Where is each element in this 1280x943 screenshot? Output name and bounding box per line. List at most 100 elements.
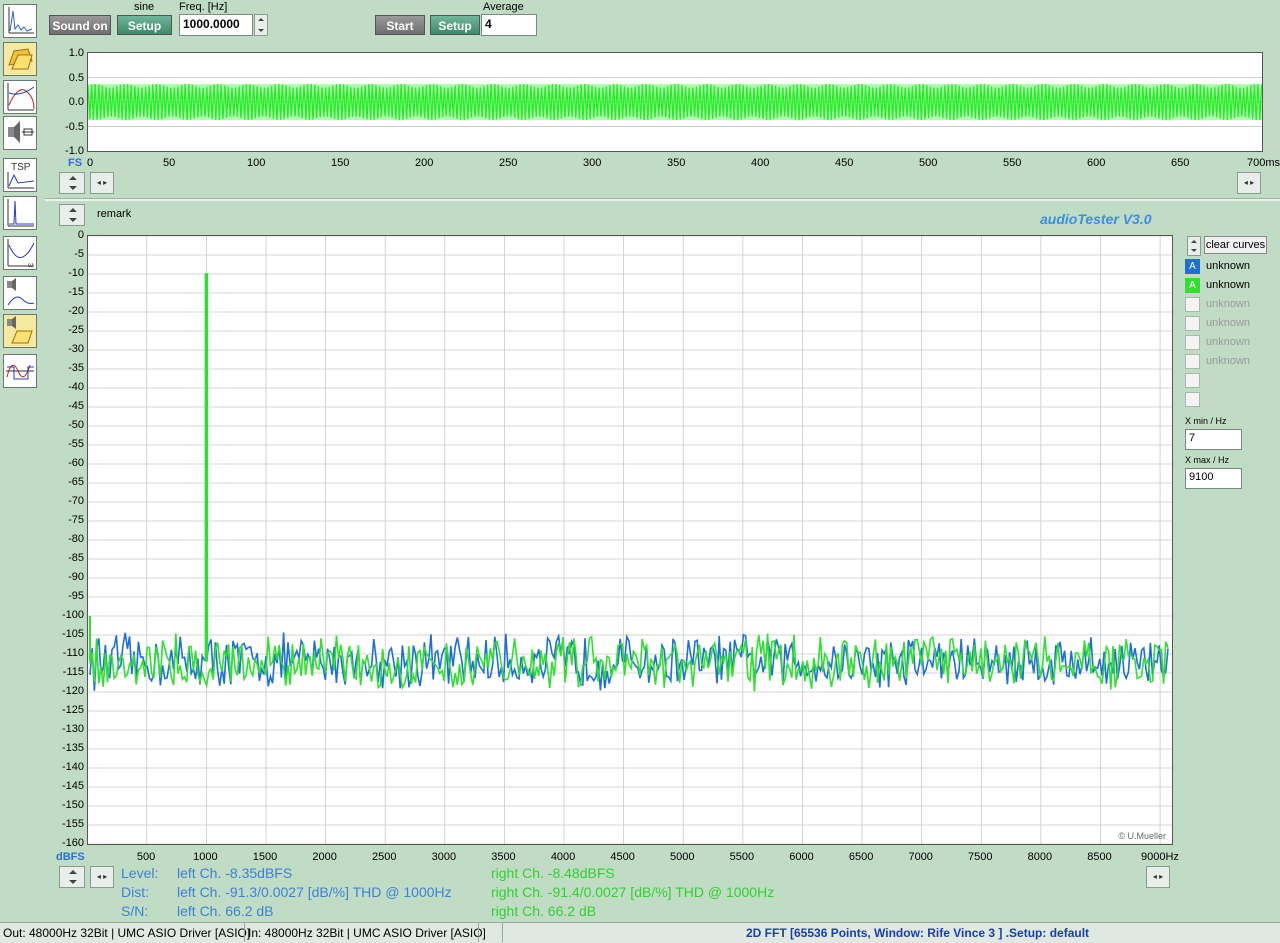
fft-y-tick-label: -10 (68, 267, 84, 279)
level-label: Level: (121, 865, 159, 881)
scope-scroll-control[interactable]: ◂ ▸ (90, 172, 114, 194)
fft-x-tick-label: 1000 (193, 851, 218, 863)
curve-visibility-checkbox[interactable] (1185, 335, 1200, 350)
fft-mode-button[interactable] (3, 4, 37, 38)
scope-x-tick-label: 400 (751, 157, 770, 169)
scope-x-tick-label: 300 (583, 157, 602, 169)
fft-scroll-control[interactable]: ◂ ▸ (90, 866, 114, 888)
fft-scroll-right-control[interactable]: ◂ ▸ (1146, 866, 1170, 888)
fft-y-tick-label: -45 (68, 400, 84, 412)
frequency-stepper[interactable] (254, 14, 268, 36)
spectrum-icon (8, 7, 34, 34)
status-bar: Out: 48000Hz 32Bit | UMC ASIO Driver [AS… (0, 922, 1280, 943)
fft-y-tick-label: -85 (68, 552, 84, 564)
copyright-label: © U.Mueller (1118, 831, 1166, 841)
curve-label: unknown (1206, 298, 1251, 310)
fft-y-tick-label: -135 (61, 742, 84, 754)
clear-curves-button[interactable]: clear curves (1204, 236, 1267, 254)
scope-x-tick-label: 600 (1087, 157, 1106, 169)
scope-x-tick-label: 250 (499, 157, 518, 169)
scope-plot[interactable] (87, 52, 1263, 152)
fft-y-tick-label: -60 (68, 457, 84, 469)
pane-divider[interactable] (45, 198, 1280, 201)
scope-y-tick-label: 0.5 (68, 71, 84, 84)
curve-visibility-checkbox[interactable]: A (1185, 259, 1200, 274)
fft-y-tick-label: -25 (68, 324, 84, 336)
speaker-folder-button[interactable] (3, 314, 37, 348)
speaker-curve-icon (7, 278, 35, 306)
legend-scroll-stepper[interactable] (1187, 236, 1201, 256)
fft-scale-stepper[interactable] (59, 204, 85, 226)
fft-y-tick-label: -145 (61, 780, 84, 792)
fft-zoom-stepper[interactable] (59, 866, 85, 888)
fft-y-tick-label: -155 (61, 818, 84, 830)
fft-x-tick-label: 7500 (968, 851, 993, 863)
fft-y-tick-label: -115 (62, 666, 84, 678)
impedance-mode-button[interactable]: ω (3, 236, 37, 270)
fft-y-tick-label: -15 (68, 286, 84, 298)
curve-visibility-checkbox[interactable] (1185, 373, 1200, 388)
speaker-response-button[interactable] (3, 276, 37, 310)
scope-amplitude-stepper[interactable] (59, 172, 85, 194)
fft-y-tick-label: -75 (68, 514, 84, 526)
fft-y-tick-label: -65 (68, 476, 84, 488)
xmax-input[interactable]: 9100 (1185, 468, 1242, 489)
xmin-input[interactable]: 7 (1185, 429, 1242, 450)
curve-visibility-checkbox[interactable] (1185, 297, 1200, 312)
app-brand: audioTester V3.0 (1040, 211, 1152, 227)
scope-x-tick-label: 450 (835, 157, 854, 169)
scope-x-tick-label: 100 (247, 157, 266, 169)
xmin-label: X min / Hz (1185, 416, 1227, 426)
fft-plot[interactable]: © U.Mueller (87, 235, 1173, 845)
impedance-icon: ω (7, 239, 35, 269)
frequency-input[interactable]: 1000.0000 (179, 14, 253, 36)
response-mode-button[interactable] (3, 80, 37, 114)
scope-y-tick-label: 1.0 (68, 47, 84, 59)
status-divider (502, 923, 503, 942)
curve-visibility-checkbox[interactable] (1185, 316, 1200, 331)
remark-label: remark (97, 208, 132, 220)
fft-y-tick-label: -105 (61, 628, 84, 640)
impulse-mode-button[interactable] (3, 196, 37, 230)
sound-on-button[interactable]: Sound on (49, 15, 111, 35)
scope-x-tick-label: 200 (415, 157, 434, 169)
average-input[interactable]: 4 (481, 14, 537, 36)
start-button[interactable]: Start (375, 15, 425, 35)
freq-label: Freq. [Hz] (179, 1, 228, 13)
fft-y-tick-label: -30 (68, 343, 84, 355)
impulse-icon (7, 199, 34, 227)
generator-setup-button[interactable]: Setup (117, 15, 172, 35)
open-file-button[interactable] (3, 42, 37, 76)
scope-y-tick-label: -0.5 (65, 120, 84, 133)
fft-unit-label: dBFS (56, 851, 85, 863)
curve-visibility-checkbox[interactable] (1185, 392, 1200, 407)
waveform-icon (6, 364, 34, 380)
fft-x-tick-label: 5000 (670, 851, 695, 863)
scope-mode-button[interactable] (3, 354, 37, 388)
fft-x-tick-label: 6500 (848, 851, 874, 863)
scope-x-tick-label: 350 (667, 157, 686, 169)
curve-visibility-checkbox[interactable] (1185, 354, 1200, 369)
scope-x-tick-label: 0 (87, 157, 94, 169)
generator-type-label: sine (134, 1, 155, 13)
scope-x-tick-label: 550 (1003, 157, 1022, 169)
svg-text:TSP: TSP (11, 162, 31, 173)
fft-x-tick-label: 3500 (491, 851, 516, 863)
fft-x-tick-label: 5500 (729, 851, 755, 863)
fft-x-tick-label: 4500 (610, 851, 635, 863)
right-level-value: right Ch. -8.48dBFS (491, 865, 615, 881)
curve-visibility-checkbox[interactable]: A (1185, 278, 1200, 293)
curve-label: unknown (1206, 336, 1251, 348)
fft-x-tick-label: 8000 (1027, 851, 1053, 863)
scope-scroll-right-control[interactable]: ◂ ▸ (1237, 172, 1261, 194)
speaker-mode-button[interactable] (3, 116, 37, 150)
sn-label: S/N: (121, 903, 149, 919)
fft-x-tick-label: 1500 (252, 851, 278, 863)
fft-y-tick-label: -50 (68, 419, 84, 431)
status-input: In: 48000Hz 32Bit | UMC ASIO Driver [ASI… (248, 926, 486, 940)
fft-x-tick-label: 8500 (1087, 851, 1112, 863)
tsp-mode-button[interactable]: TSP (3, 158, 37, 192)
analyzer-setup-button[interactable]: Setup (430, 15, 480, 35)
scope-signal-band (88, 84, 1262, 120)
left-level-value: left Ch. -8.35dBFS (177, 865, 293, 881)
